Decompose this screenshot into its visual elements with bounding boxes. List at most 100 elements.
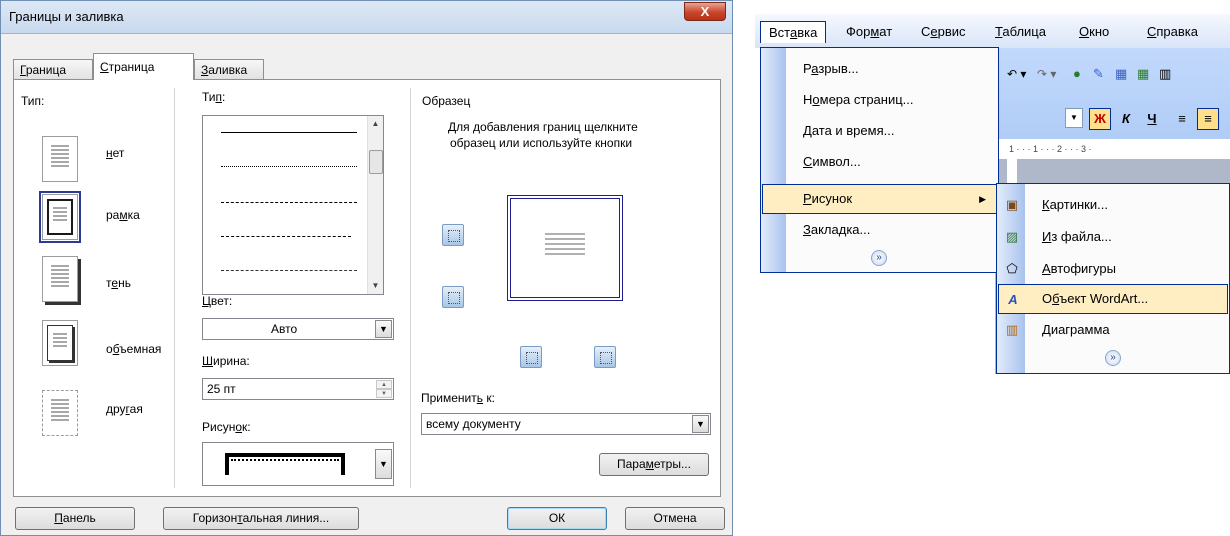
undo-icon[interactable]: ↶ ▾ — [1007, 67, 1026, 81]
menu-item-date-time[interactable]: Дата и время... — [762, 116, 997, 146]
insert-table-icon[interactable]: ▦ — [1115, 66, 1127, 82]
clip-art-icon: ▣ — [1005, 197, 1019, 212]
line-style-long-dash[interactable] — [221, 236, 351, 237]
panel-button[interactable]: Панель — [15, 507, 135, 530]
expand-menu-icon[interactable]: » — [871, 250, 887, 266]
align-left-icon[interactable]: ≡ — [1171, 108, 1193, 130]
art-label: Рисунок: — [202, 420, 251, 434]
left-border-button[interactable] — [520, 346, 542, 368]
bold-button[interactable]: Ж — [1089, 108, 1111, 130]
picture-file-icon: ▨ — [1005, 229, 1019, 244]
line-list-scrollbar[interactable]: ▲ ▼ — [367, 116, 383, 294]
hyperlink-icon[interactable]: ● — [1073, 66, 1081, 81]
type-shadow-icon[interactable] — [42, 256, 78, 302]
menu-item-break[interactable]: Разрыв... — [762, 54, 997, 84]
bottom-border-icon — [448, 292, 460, 304]
close-button[interactable]: X — [684, 2, 726, 21]
standard-toolbar: ↶ ▾ ↷ ▾ ● ✎ ▦ ▦ ▥ — [1007, 64, 1227, 86]
borders-and-shading-dialog: Границы и заливка X Граница Страница Зал… — [0, 0, 733, 536]
menu-tools[interactable]: Сервис — [913, 21, 974, 43]
type-label: Тип: — [21, 94, 45, 108]
width-field[interactable]: 25 пт ▲ ▼ — [202, 378, 394, 400]
type-box-label[interactable]: рамка — [106, 208, 140, 222]
chevron-down-icon[interactable]: ▼ — [692, 415, 709, 433]
spin-up-icon[interactable]: ▲ — [376, 380, 392, 389]
tab-shading[interactable]: Заливка — [194, 59, 264, 79]
menu-format[interactable]: Формат — [838, 21, 900, 43]
submenu-item-wordart[interactable]: A Объект WordArt... — [998, 284, 1228, 314]
tab-page[interactable]: Страница — [93, 53, 194, 80]
type-none-label[interactable]: нет — [106, 146, 124, 160]
type-shadow-label[interactable]: тень — [106, 276, 131, 290]
scroll-down-icon[interactable]: ▼ — [368, 278, 383, 294]
expand-submenu-icon[interactable]: » — [1105, 350, 1121, 366]
menu-table[interactable]: Таблица — [987, 21, 1054, 43]
scroll-thumb[interactable] — [369, 150, 383, 174]
submenu-item-chart[interactable]: ▥ Диаграмма — [998, 315, 1228, 345]
options-button[interactable]: Параметры... — [599, 453, 709, 476]
preview-page[interactable] — [507, 195, 623, 301]
line-style-list[interactable]: ▲ ▼ — [202, 115, 384, 295]
submenu-item-clip-art[interactable]: ▣ Картинки... — [998, 190, 1228, 220]
redo-icon[interactable]: ↷ ▾ — [1037, 67, 1056, 81]
column-divider — [410, 88, 411, 488]
line-style-dash-dot[interactable] — [221, 270, 357, 271]
art-preview-detail — [231, 459, 339, 461]
top-border-button[interactable] — [442, 224, 464, 246]
font-size-dropdown[interactable]: ▼ — [1065, 108, 1083, 128]
line-style-dotted[interactable] — [221, 166, 357, 167]
preview-label: Образец — [422, 94, 471, 108]
horizontal-line-button[interactable]: Горизонтальная линия... — [163, 507, 359, 530]
chevron-down-icon[interactable]: ▼ — [375, 320, 392, 338]
ok-button[interactable]: ОК — [507, 507, 607, 530]
menu-window[interactable]: Окно — [1071, 21, 1117, 43]
type-custom-label[interactable]: другая — [106, 402, 143, 416]
preview-hint-line-1: Для добавления границ щелкните — [448, 120, 638, 134]
insert-excel-icon[interactable]: ▦ — [1137, 66, 1149, 82]
apply-to-value: всему документу — [426, 417, 521, 431]
apply-to-label: Применить к: — [421, 391, 495, 405]
bottom-border-button[interactable] — [442, 286, 464, 308]
tables-borders-icon[interactable]: ✎ — [1093, 66, 1104, 82]
art-preview — [225, 453, 345, 475]
autoshapes-icon: ⬠ — [1006, 261, 1018, 276]
type-box-icon[interactable] — [39, 191, 81, 243]
align-center-icon[interactable]: ≡ — [1197, 108, 1219, 130]
line-type-label: Тип: — [202, 90, 226, 104]
preview-text-lines — [545, 233, 585, 255]
menu-item-page-numbers[interactable]: Номера страниц... — [762, 85, 997, 115]
menu-item-symbol[interactable]: Символ... — [762, 147, 997, 177]
left-border-icon — [526, 352, 538, 364]
chevron-down-icon[interactable]: ▼ — [375, 449, 392, 479]
dialog-titlebar[interactable]: Границы и заливка X — [1, 1, 732, 34]
line-style-solid[interactable] — [221, 132, 357, 133]
submenu-item-autoshapes[interactable]: ⬠ Автофигуры — [998, 254, 1228, 284]
right-border-button[interactable] — [594, 346, 616, 368]
type-none-icon[interactable] — [42, 136, 78, 182]
width-stepper[interactable]: ▲ ▼ — [376, 380, 392, 398]
type-3d-label[interactable]: объемная — [106, 342, 161, 356]
underline-button[interactable]: Ч — [1141, 108, 1163, 130]
type-3d-icon[interactable] — [42, 320, 78, 366]
art-select[interactable]: ▼ — [202, 442, 394, 486]
submenu-item-from-file[interactable]: ▨ Из файла... — [998, 222, 1228, 252]
width-label: Ширина: — [202, 354, 250, 368]
menu-insert[interactable]: Вставка — [760, 21, 827, 43]
tab-border[interactable]: Граница — [13, 59, 93, 79]
italic-button[interactable]: К — [1115, 108, 1137, 130]
picture-submenu: ▣ Картинки... ▨ Из файла... ⬠ Автофигуры AО… — [996, 183, 1230, 374]
top-border-icon — [448, 230, 460, 242]
scroll-up-icon[interactable]: ▲ — [368, 116, 383, 132]
horizontal-ruler[interactable]: 1 · · · 1 · · · 2 · · · 3 · — [995, 139, 1230, 159]
menu-item-picture[interactable]: Рисунок ▶ — [762, 184, 997, 214]
menu-help[interactable]: Справка — [1139, 21, 1206, 43]
color-select[interactable]: Авто ▼ — [202, 318, 394, 340]
line-style-dashed[interactable] — [221, 202, 357, 203]
spin-down-icon[interactable]: ▼ — [376, 389, 392, 398]
columns-icon[interactable]: ▥ — [1159, 66, 1171, 82]
menu-item-bookmark[interactable]: Закладка... — [762, 215, 997, 245]
column-divider — [174, 88, 175, 488]
cancel-button[interactable]: Отмена — [625, 507, 725, 530]
apply-to-select[interactable]: всему документу ▼ — [421, 413, 711, 435]
type-custom-icon[interactable] — [42, 390, 78, 436]
